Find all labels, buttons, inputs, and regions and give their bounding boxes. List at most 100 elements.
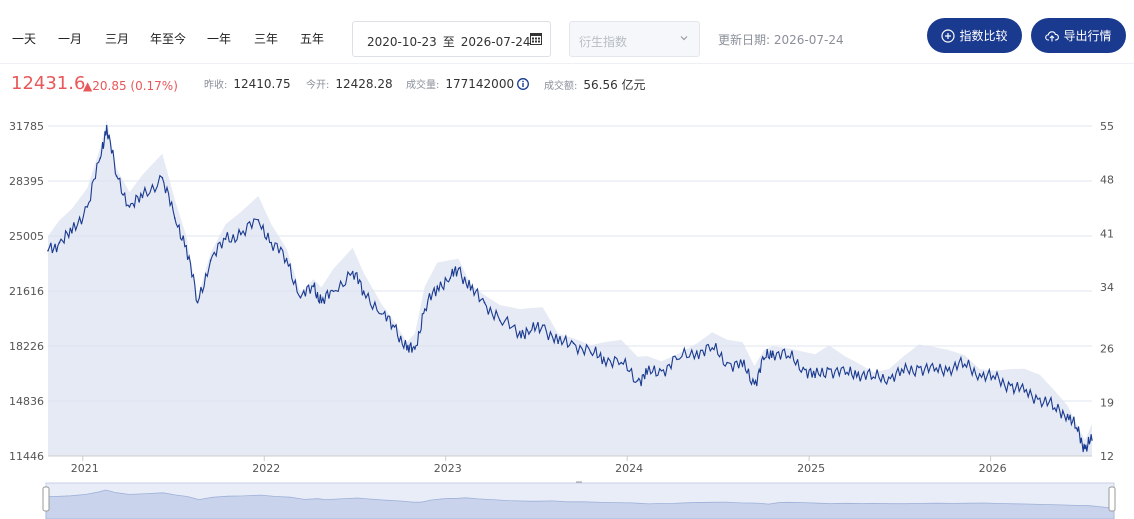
data-point — [660, 370, 663, 372]
data-point — [299, 296, 302, 299]
data-point — [240, 233, 242, 236]
range-slider-handle-right[interactable] — [1108, 486, 1116, 512]
calendar-icon[interactable] — [530, 32, 542, 45]
export-quotes-button[interactable]: 导出行情 — [1031, 18, 1126, 53]
chart-canvas[interactable]: 31785 28395 25005 21616 18226 14836 11446 55 48 4… — [0, 110, 1134, 519]
data-point — [726, 361, 728, 364]
update-date-label: 更新日期: — [718, 33, 771, 47]
range-tab-1d[interactable]: 一天 — [12, 30, 36, 47]
y-left-tick-label: 28395 — [9, 175, 44, 188]
data-point — [887, 376, 890, 379]
data-point — [86, 206, 89, 208]
data-point — [47, 249, 49, 252]
range-tab-ytd[interactable]: 年至今 — [150, 30, 186, 47]
current-price: 12431.6 — [11, 73, 86, 94]
data-point — [802, 366, 804, 369]
data-point — [209, 259, 212, 262]
y-left-tick-label: 18226 — [9, 340, 44, 353]
chevron-down-icon — [680, 36, 688, 41]
range-tab-5y[interactable]: 五年 — [300, 30, 324, 47]
data-point — [541, 324, 544, 327]
secondary-area — [48, 120, 1092, 456]
data-point — [1009, 384, 1012, 387]
y-left-tick-label: 31785 — [9, 120, 44, 133]
data-point — [483, 301, 486, 304]
range-slider-handle-left[interactable] — [42, 486, 50, 512]
data-point — [332, 290, 335, 293]
y-left-tick-label: 25005 — [9, 230, 44, 243]
data-point — [58, 241, 61, 244]
range-tab-3y[interactable]: 三年 — [254, 30, 278, 47]
data-point — [763, 358, 765, 361]
data-point — [351, 271, 354, 273]
open-value: 12428.28 — [335, 77, 393, 91]
data-point — [424, 308, 426, 310]
data-point — [519, 331, 521, 333]
volume-stat: 成交量: 177142000 — [406, 76, 530, 91]
data-point — [1076, 430, 1079, 432]
x-tick-label: 2022 — [252, 462, 280, 475]
volume-value: 177142000 — [445, 77, 515, 91]
y-right-tick-label: 34 — [1100, 281, 1114, 294]
date-range-picker[interactable]: 2020-10-23 至 2026-07-24 — [352, 21, 551, 57]
data-point — [590, 352, 592, 354]
date-separator: 至 — [442, 35, 455, 49]
data-point — [185, 245, 187, 247]
data-point — [1023, 391, 1026, 393]
data-point — [529, 331, 531, 333]
x-tick-label: 2024 — [615, 462, 643, 475]
info-icon[interactable] — [517, 78, 530, 90]
derivative-index-placeholder: 衍生指数 — [579, 35, 628, 49]
date-range-text: 2020-10-23 至 2026-07-24 — [367, 33, 531, 50]
compare-index-button[interactable]: 指数比较 — [927, 18, 1022, 53]
y-right-tick-label: 41 — [1100, 227, 1114, 240]
derivative-index-select[interactable]: 衍生指数 — [569, 21, 700, 57]
data-point — [224, 238, 227, 241]
data-point — [948, 366, 951, 369]
y-left-tick-label: 11446 — [9, 450, 44, 463]
data-point — [933, 370, 936, 372]
data-point — [128, 206, 131, 208]
data-point — [844, 373, 847, 375]
data-point — [312, 285, 315, 288]
data-point — [572, 342, 575, 344]
data-point — [872, 376, 875, 379]
open-stat: 今开: 12428.28 — [306, 76, 393, 91]
data-point — [772, 350, 774, 353]
data-point — [380, 313, 383, 315]
range-tab-1m[interactable]: 一月 — [58, 30, 82, 47]
y-right-tick-label: 55 — [1100, 120, 1114, 133]
data-point — [557, 342, 559, 344]
data-point — [174, 217, 176, 219]
range-tab-1y[interactable]: 一年 — [207, 30, 231, 47]
data-point — [285, 258, 288, 260]
data-point — [406, 348, 408, 351]
update-date-value: 2026-07-24 — [773, 33, 844, 47]
data-point — [1084, 447, 1086, 450]
data-point — [676, 358, 678, 361]
data-point — [741, 365, 744, 367]
data-point — [449, 277, 452, 280]
data-point — [753, 382, 756, 385]
data-point — [499, 319, 501, 322]
data-point — [603, 357, 605, 359]
data-point — [99, 157, 101, 159]
range-tab-3m[interactable]: 三月 — [105, 30, 129, 47]
x-tick-label: 2021 — [71, 462, 99, 475]
data-point — [71, 232, 73, 234]
data-point — [1091, 439, 1093, 441]
plus-circle-icon — [941, 28, 956, 43]
data-point — [787, 355, 789, 357]
data-point — [828, 368, 830, 370]
data-point — [1053, 407, 1056, 409]
open-label: 今开: — [306, 80, 330, 91]
data-point — [362, 290, 365, 293]
y-right-tick-label: 12 — [1100, 450, 1114, 463]
data-point — [918, 366, 920, 369]
data-point — [141, 196, 144, 198]
index-chart[interactable]: 31785 28395 25005 21616 18226 14836 11446 55 48 4… — [0, 110, 1134, 519]
amount-stat: 成交额: 56.56 亿元 — [544, 76, 646, 93]
data-point — [469, 288, 472, 291]
y-right-tick-label: 26 — [1100, 343, 1114, 356]
y-left-tick-label: 14836 — [9, 395, 44, 408]
